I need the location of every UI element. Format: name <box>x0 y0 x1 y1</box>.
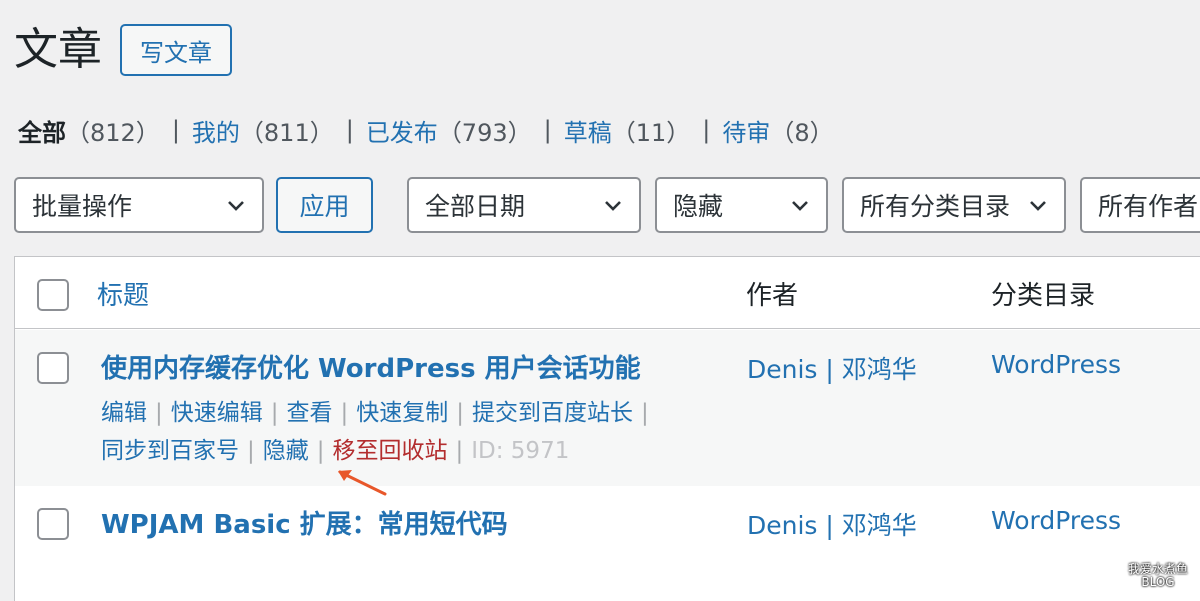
view-link[interactable]: 查看 <box>287 400 333 426</box>
post-category-link[interactable]: WordPress <box>991 506 1121 535</box>
apply-button[interactable]: 应用 <box>276 177 373 233</box>
chevron-down-icon <box>605 201 621 211</box>
post-category-link[interactable]: WordPress <box>991 350 1121 379</box>
bulk-actions-select[interactable]: 批量操作 <box>14 177 264 233</box>
table-row: WPJAM Basic 扩展：常用短代码 Denis | 邓鸿华 WordPre… <box>15 486 1200 601</box>
category-filter-select[interactable]: 所有分类目录 <box>842 177 1066 233</box>
chevron-down-icon <box>1030 201 1046 211</box>
author-filter-select[interactable]: 所有作者 <box>1080 177 1200 233</box>
post-title-link[interactable]: 使用内存缓存优化 WordPress 用户会话功能 <box>101 348 641 385</box>
row-actions: 编辑 | 快速编辑 | 查看 | 快速复制 | 提交到百度站长 | 同步到百家号 | 隐藏 | 移至回收站… <box>101 400 649 464</box>
post-id: ID: 5971 <box>471 438 570 464</box>
post-author-link[interactable]: Denis | 邓鸿华 <box>747 506 917 542</box>
column-author-header: 作者 <box>746 280 799 311</box>
page-heading: 文章 写文章 <box>14 22 232 78</box>
chevron-down-icon <box>228 201 244 211</box>
post-title-link[interactable]: WPJAM Basic 扩展：常用短代码 <box>101 504 508 541</box>
date-filter-select[interactable]: 全部日期 <box>407 177 641 233</box>
filter-mine[interactable]: 我的（811） <box>192 113 334 148</box>
column-categories-header: 分类目录 <box>991 280 1096 311</box>
page-title: 文章 <box>14 24 102 75</box>
trash-link[interactable]: 移至回收站 <box>333 438 448 464</box>
submit-baidu-link[interactable]: 提交到百度站长 <box>472 400 633 426</box>
column-title-header[interactable]: 标题 <box>97 257 149 329</box>
filter-pending[interactable]: 待审（8） <box>722 113 833 148</box>
status-filter-links: 全部（812） | 我的（811） | 已发布（793） | 草稿（11） | … <box>18 110 834 150</box>
edit-link[interactable]: 编辑 <box>101 400 147 426</box>
post-author-link[interactable]: Denis | 邓鸿华 <box>747 350 917 386</box>
filter-drafts[interactable]: 草稿（11） <box>564 113 691 148</box>
filter-all[interactable]: 全部（812） <box>18 113 160 148</box>
select-all-checkbox[interactable] <box>37 279 69 311</box>
table-row: 使用内存缓存优化 WordPress 用户会话功能 Denis | 邓鸿华 Wo… <box>15 330 1200 486</box>
posts-table: 标题 作者 分类目录 使用内存缓存优化 WordPress 用户会话功能 Den… <box>14 256 1200 601</box>
row-checkbox[interactable] <box>37 508 69 540</box>
quick-edit-link[interactable]: 快速编辑 <box>171 400 263 426</box>
filter-published[interactable]: 已发布（793） <box>366 113 532 148</box>
table-header: 标题 作者 分类目录 <box>15 257 1200 329</box>
row-checkbox[interactable] <box>37 352 69 384</box>
annotation-arrow-icon <box>338 470 387 496</box>
chevron-down-icon <box>792 201 808 211</box>
sync-baijia-link[interactable]: 同步到百家号 <box>101 438 239 464</box>
hide-link[interactable]: 隐藏 <box>263 438 309 464</box>
site-watermark: 我爱水煮鱼 BLOG <box>1127 562 1188 589</box>
visibility-filter-select[interactable]: 隐藏 <box>655 177 828 233</box>
add-new-post-button[interactable]: 写文章 <box>120 24 232 76</box>
quick-copy-link[interactable]: 快速复制 <box>356 400 448 426</box>
